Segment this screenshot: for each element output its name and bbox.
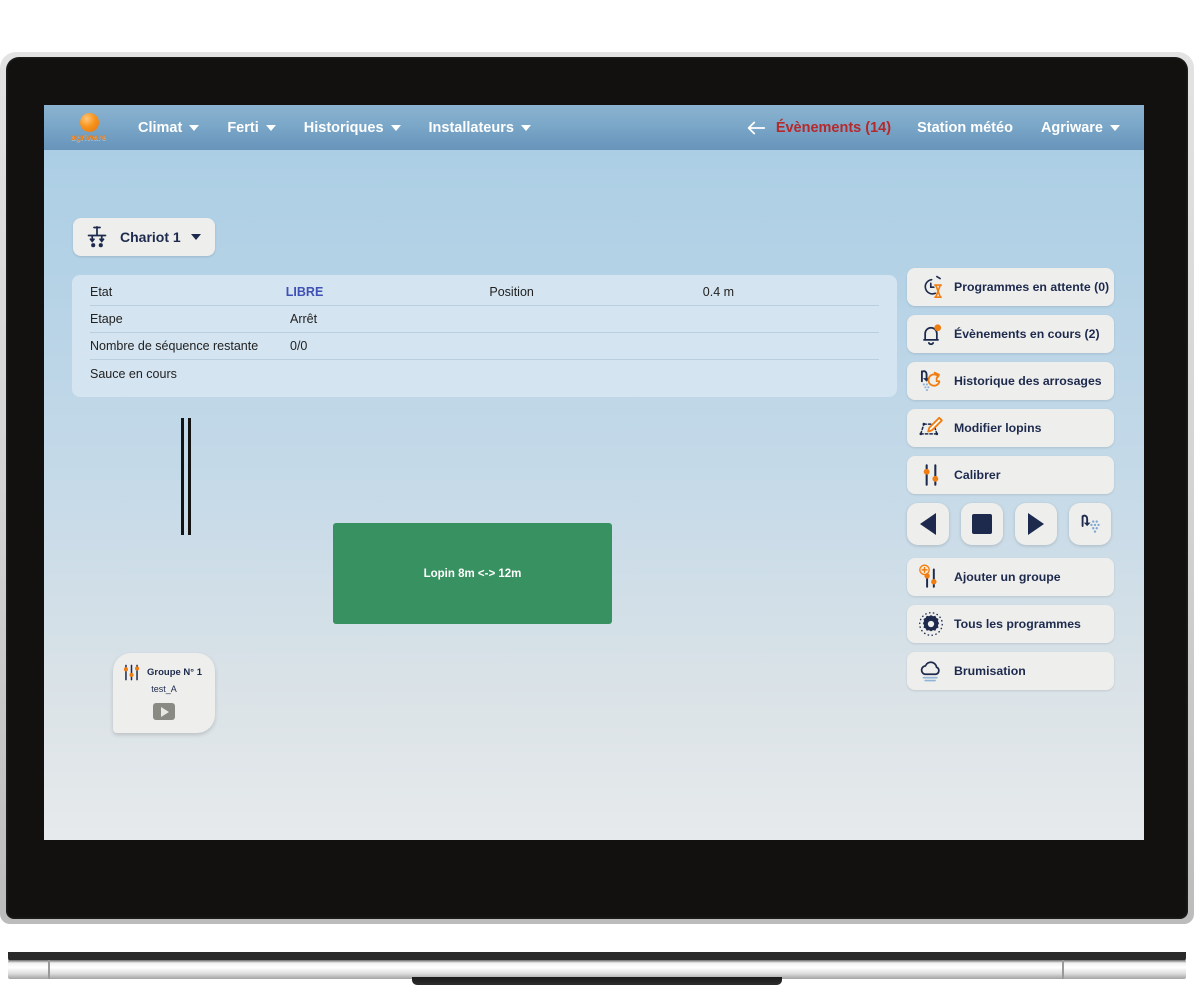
arrow-left-icon	[747, 121, 765, 134]
nav-item-account-label: Agriware	[1040, 119, 1103, 136]
chariot-icon	[87, 225, 107, 248]
group-card[interactable]: Groupe N° 1 test_A	[113, 653, 215, 733]
chevron-down-icon	[190, 234, 201, 240]
sidebar-item-tous-les-programmes-label: Tous les programmes	[954, 617, 1081, 631]
top-navbar: agriware Climat Ferti Historiques Instal…	[44, 105, 1144, 150]
sidebar-item-calibrer-label: Calibrer	[954, 468, 1001, 482]
page-body: Chariot 1 Etat LIBRE Position 0.4 m Etap…	[44, 150, 1144, 840]
lopin-block[interactable]: Lopin 8m <-> 12m	[333, 523, 612, 624]
group-card-play-button[interactable]	[153, 703, 175, 720]
move-left-button[interactable]	[907, 503, 949, 545]
play-icon	[161, 706, 169, 717]
sliders-icon	[923, 464, 939, 486]
chevron-down-icon	[520, 124, 531, 131]
stop-button[interactable]	[961, 503, 1003, 545]
navbar-right-group: Évènements (14) Station météo Agriware	[733, 105, 1144, 150]
info-label-sauce: Sauce en cours	[90, 366, 177, 381]
sidebar-item-programmes-en-attente[interactable]: Programmes en attente (0)	[907, 268, 1114, 306]
info-label-etape: Etape	[90, 312, 123, 326]
sidebar-item-historique-arrosages[interactable]: Historique des arrosages	[907, 362, 1114, 400]
nav-item-account[interactable]: Agriware	[1027, 105, 1134, 150]
chevron-down-icon	[189, 124, 200, 131]
info-label-position: Position	[489, 285, 534, 299]
events-count-label: Évènements (14)	[775, 119, 892, 136]
cloud-mist-icon	[920, 661, 940, 682]
gear-icon	[919, 612, 943, 636]
add-sliders-icon	[919, 564, 937, 588]
info-row: Etape Arrêt	[90, 306, 879, 333]
sidebar-item-ajouter-un-groupe-label: Ajouter un groupe	[954, 570, 1061, 584]
chariot-rail	[188, 418, 191, 535]
move-right-button[interactable]	[1015, 503, 1057, 545]
bell-alert-icon	[923, 324, 942, 346]
sidebar-item-brumisation[interactable]: Brumisation	[907, 652, 1114, 690]
sidebar-item-tous-les-programmes[interactable]: Tous les programmes	[907, 605, 1114, 643]
sidebar-item-brumisation-label: Brumisation	[954, 664, 1026, 678]
chariot-selector-button[interactable]: Chariot 1	[73, 218, 215, 256]
info-value-sequences: 0/0	[290, 339, 308, 353]
nav-item-climat-label: Climat	[138, 119, 183, 136]
watering-button[interactable]	[1069, 503, 1111, 545]
events-back-link[interactable]: Évènements (14)	[733, 105, 903, 150]
device-hinge-left-seam	[48, 960, 50, 979]
info-value-etape: Arrêt	[290, 312, 318, 326]
nav-item-station-meteo[interactable]: Station météo	[903, 105, 1027, 150]
sidebar-item-evenements-en-cours[interactable]: Évènements en cours (2)	[907, 315, 1114, 353]
nav-item-ferti-label: Ferti	[227, 119, 259, 136]
nav-item-station-meteo-label: Station météo	[917, 119, 1013, 136]
application-screen: agriware Climat Ferti Historiques Instal…	[44, 105, 1144, 840]
info-row: Etat LIBRE Position 0.4 m	[90, 279, 879, 306]
nav-item-climat[interactable]: Climat	[124, 105, 213, 150]
info-value-etat: LIBRE	[285, 285, 324, 299]
group-card-subtitle: test_A	[151, 684, 177, 694]
sidebar-item-programmes-en-attente-label: Programmes en attente (0)	[954, 280, 1110, 294]
shower-icon	[1081, 514, 1100, 533]
info-row: Sauce en cours	[90, 360, 879, 387]
square-stop-icon	[972, 514, 992, 534]
nav-item-historiques-label: Historiques	[303, 119, 384, 136]
info-row: Nombre de séquence restante 0/0	[90, 333, 879, 360]
sidebar-item-modifier-lopins[interactable]: Modifier lopins	[907, 409, 1114, 447]
chariot-rail	[181, 418, 184, 535]
sidebar-item-historique-arrosages-label: Historique des arrosages	[954, 374, 1102, 388]
nav-item-ferti[interactable]: Ferti	[213, 105, 289, 150]
sidebar-item-calibrer[interactable]: Calibrer	[907, 456, 1114, 494]
lopin-label: Lopin 8m <-> 12m	[423, 567, 522, 580]
sidebar-item-evenements-en-cours-label: Évènements en cours (2)	[954, 327, 1100, 341]
nav-item-installateurs[interactable]: Installateurs	[415, 105, 545, 150]
shower-history-icon	[920, 370, 941, 392]
greenhouse-canvas: Lopin 8m <-> 12m Groupe N° 1 test_A	[72, 395, 932, 815]
device-hinge-right-seam	[1062, 960, 1064, 979]
agriware-logo-sphere-icon	[79, 113, 99, 132]
group-card-header: Groupe N° 1	[113, 663, 215, 682]
chevron-down-icon	[390, 124, 401, 131]
chevron-down-icon	[1110, 124, 1120, 131]
info-label-etat: Etat	[90, 285, 113, 299]
stopwatch-hourglass-icon	[924, 275, 942, 298]
nav-item-installateurs-label: Installateurs	[428, 119, 514, 136]
nav-item-historiques[interactable]: Historiques	[290, 105, 415, 150]
info-label-sequences: Nombre de séquence restante	[90, 339, 259, 353]
info-value-position: 0.4 m	[702, 285, 735, 299]
chevron-down-icon	[265, 124, 276, 131]
chariot-selector-label: Chariot 1	[120, 229, 181, 245]
agriware-logo-text: agriware	[71, 133, 107, 142]
triangle-left-icon	[920, 513, 936, 535]
device-foot	[412, 977, 782, 985]
agriware-logo-icon[interactable]: agriware	[54, 105, 124, 150]
chariot-media-controls	[907, 503, 1114, 545]
sidebar-item-modifier-lopins-label: Modifier lopins	[954, 421, 1042, 435]
triangle-right-icon	[1028, 513, 1044, 535]
group-card-title: Groupe N° 1	[147, 667, 203, 678]
right-sidebar: Programmes en attente (0) Évènements en …	[907, 268, 1114, 699]
sliders-icon	[123, 664, 140, 681]
sidebar-item-ajouter-un-groupe[interactable]: Ajouter un groupe	[907, 558, 1114, 596]
status-info-panel: Etat LIBRE Position 0.4 m Etape Arrêt No…	[72, 275, 897, 397]
edit-plot-icon	[919, 416, 943, 436]
